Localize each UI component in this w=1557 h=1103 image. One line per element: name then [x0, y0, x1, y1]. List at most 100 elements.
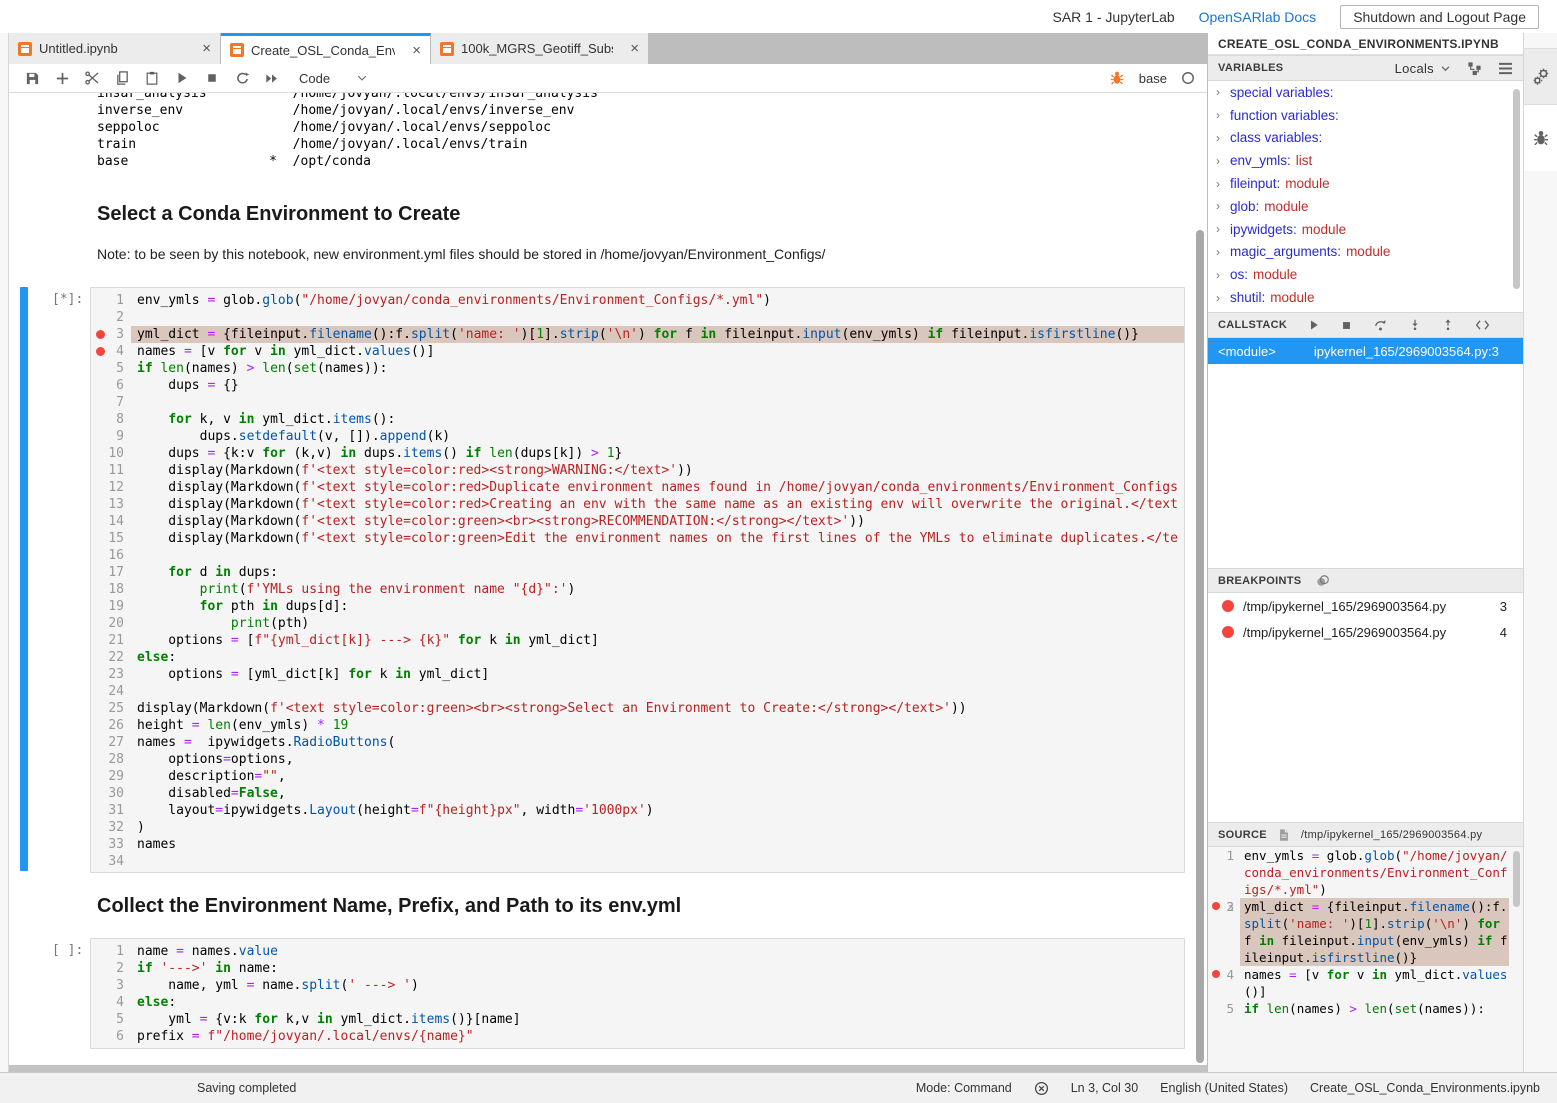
expand-chevron-icon[interactable]: ›: [1216, 177, 1230, 191]
code-line[interactable]: 5 yml = {v:k for k,v in yml_dict.items()…: [91, 1011, 1184, 1028]
code-cell-editor[interactable]: 1name = names.value2if '--->' in name:3 …: [90, 938, 1185, 1049]
code-line[interactable]: 17 for d in dups:: [91, 564, 1184, 581]
expand-chevron-icon[interactable]: ›: [1216, 291, 1230, 305]
code-text[interactable]: [131, 683, 1184, 700]
step-over-button[interactable]: [1373, 318, 1388, 332]
code-text[interactable]: display(Markdown(f'<text style=color:red…: [131, 462, 1184, 479]
code-line[interactable]: 28 options=options,: [91, 751, 1184, 768]
code-text[interactable]: name = names.value: [131, 943, 1184, 960]
line-gutter[interactable]: 17: [91, 564, 131, 581]
code-line[interactable]: 19 for pth in dups[d]:: [91, 598, 1184, 615]
code-text[interactable]: height = len(env_ymls) * 19: [131, 717, 1184, 734]
breakpoint-dot[interactable]: [1222, 626, 1234, 638]
variable-row[interactable]: ›os:module: [1208, 263, 1523, 286]
code-line[interactable]: 30 disabled=False,: [91, 785, 1184, 802]
tab-create-osl-conda[interactable]: Create_OSL_Conda_Enviro ×: [221, 33, 431, 64]
code-text[interactable]: for pth in dups[d]:: [131, 598, 1184, 615]
code-line[interactable]: 5if len(names) > len(set(names)):: [91, 360, 1184, 377]
code-line[interactable]: 33names: [91, 836, 1184, 853]
code-line[interactable]: 31 layout=ipywidgets.Layout(height=f"{he…: [91, 802, 1184, 819]
line-gutter[interactable]: 30: [91, 785, 131, 802]
table-view-button[interactable]: [1498, 62, 1513, 75]
restart-kernel-button[interactable]: [227, 66, 257, 90]
line-gutter[interactable]: 10: [91, 445, 131, 462]
variable-row[interactable]: ›glob:module: [1208, 195, 1523, 218]
code-line[interactable]: 26height = len(env_ymls) * 19: [91, 717, 1184, 734]
code-text[interactable]: options = [f"{yml_dict[k]} ---> {k}" for…: [131, 632, 1184, 649]
cell-type-dropdown[interactable]: Code: [299, 71, 368, 86]
source-section-header[interactable]: SOURCE /tmp/ipykernel_165/2969003564.py: [1208, 822, 1523, 847]
code-text[interactable]: options=options,: [131, 751, 1184, 768]
code-text[interactable]: display(Markdown(f'<text style=color:gre…: [131, 530, 1184, 547]
code-line[interactable]: 12 display(Markdown(f'<text style=color:…: [91, 479, 1184, 496]
breakpoint-dot[interactable]: [96, 330, 105, 339]
terminate-button[interactable]: [1341, 320, 1352, 331]
breakpoints-section-header[interactable]: BREAKPOINTS: [1208, 568, 1523, 593]
variables-scrollbar[interactable]: [1513, 89, 1520, 289]
code-text[interactable]: display(Markdown(f'<text style=color:gre…: [131, 513, 1184, 530]
line-gutter[interactable]: 4: [91, 994, 131, 1011]
code-line[interactable]: 25display(Markdown(f'<text style=color:g…: [91, 700, 1184, 717]
breakpoint-dot[interactable]: [1212, 902, 1220, 910]
line-gutter[interactable]: 21: [91, 632, 131, 649]
line-gutter[interactable]: 31: [91, 802, 131, 819]
code-text[interactable]: disabled=False,: [131, 785, 1184, 802]
code-text[interactable]: dups = {}: [131, 377, 1184, 394]
code-line[interactable]: 27names = ipywidgets.RadioButtons(: [91, 734, 1184, 751]
line-gutter[interactable]: 33: [91, 836, 131, 853]
code-line[interactable]: 16: [91, 547, 1184, 564]
expand-chevron-icon[interactable]: ›: [1216, 245, 1230, 259]
line-gutter[interactable]: 4: [91, 343, 131, 360]
line-gutter[interactable]: 1: [1208, 847, 1240, 898]
run-cell-button[interactable]: [167, 66, 197, 90]
source-scrollbar[interactable]: [1513, 851, 1520, 907]
line-gutter[interactable]: 25: [91, 700, 131, 717]
code-line[interactable]: 18 print(f'YMLs using the environment na…: [91, 581, 1184, 598]
expand-chevron-icon[interactable]: ›: [1216, 199, 1230, 213]
line-gutter[interactable]: 6: [91, 377, 131, 394]
tree-view-button[interactable]: [1467, 61, 1482, 76]
breakpoint-dot[interactable]: [1222, 600, 1234, 612]
callstack-frame[interactable]: <module> ipykernel_165/2969003564.py:3: [1208, 338, 1523, 364]
save-button[interactable]: [17, 66, 47, 90]
close-icon[interactable]: ×: [402, 42, 421, 59]
expand-chevron-icon[interactable]: ›: [1216, 85, 1230, 99]
command-mode-indicator[interactable]: Mode: Command: [916, 1081, 1012, 1095]
line-gutter[interactable]: 3: [91, 326, 131, 343]
step-out-button[interactable]: [1442, 318, 1454, 332]
tab-100k-mgrs[interactable]: 100k_MGRS_Geotiff_Subse ×: [431, 33, 649, 64]
code-line[interactable]: 4else:: [91, 994, 1184, 1011]
code-text[interactable]: names = [v for v in yml_dict.values()]: [131, 343, 1184, 360]
code-text[interactable]: [131, 853, 1184, 870]
code-text[interactable]: for k, v in yml_dict.items():: [131, 411, 1184, 428]
line-gutter[interactable]: 22: [91, 649, 131, 666]
scope-dropdown[interactable]: Locals: [1395, 61, 1451, 76]
active-file-name[interactable]: Create_OSL_Conda_Environments.ipynb: [1310, 1081, 1540, 1095]
line-gutter[interactable]: 29: [91, 768, 131, 785]
variable-row[interactable]: ›shutil:module: [1208, 286, 1523, 309]
variable-row[interactable]: ›env_ymls:list: [1208, 149, 1523, 172]
expand-chevron-icon[interactable]: ›: [1216, 131, 1230, 145]
line-gutter[interactable]: 27: [91, 734, 131, 751]
code-line[interactable]: 29 description="",: [91, 768, 1184, 785]
code-text[interactable]: else:: [131, 994, 1184, 1011]
line-gutter[interactable]: 18: [91, 581, 131, 598]
close-icon[interactable]: ×: [620, 40, 639, 57]
code-text[interactable]: else:: [131, 649, 1184, 666]
line-gutter[interactable]: 1: [91, 292, 131, 309]
copy-cells-button[interactable]: [107, 66, 137, 90]
line-gutter[interactable]: 34: [91, 853, 131, 870]
code-line[interactable]: 8 for k, v in yml_dict.items():: [91, 411, 1184, 428]
interrupt-kernel-button[interactable]: [197, 66, 227, 90]
breakpoint-row[interactable]: /tmp/ipykernel_165/2969003564.py3: [1208, 593, 1523, 619]
code-text[interactable]: [131, 547, 1184, 564]
code-line[interactable]: 7: [91, 394, 1184, 411]
cut-cells-button[interactable]: [77, 66, 107, 90]
line-gutter[interactable]: 11: [91, 462, 131, 479]
trust-shield-icon[interactable]: [1034, 1081, 1049, 1096]
code-line[interactable]: 13 display(Markdown(f'<text style=color:…: [91, 496, 1184, 513]
left-sidebar-collapsed[interactable]: [0, 33, 9, 1072]
expand-chevron-icon[interactable]: ›: [1216, 222, 1230, 236]
code-line[interactable]: 10 dups = {k:v for (k,v) in dups.items()…: [91, 445, 1184, 462]
line-gutter[interactable]: 5: [91, 360, 131, 377]
